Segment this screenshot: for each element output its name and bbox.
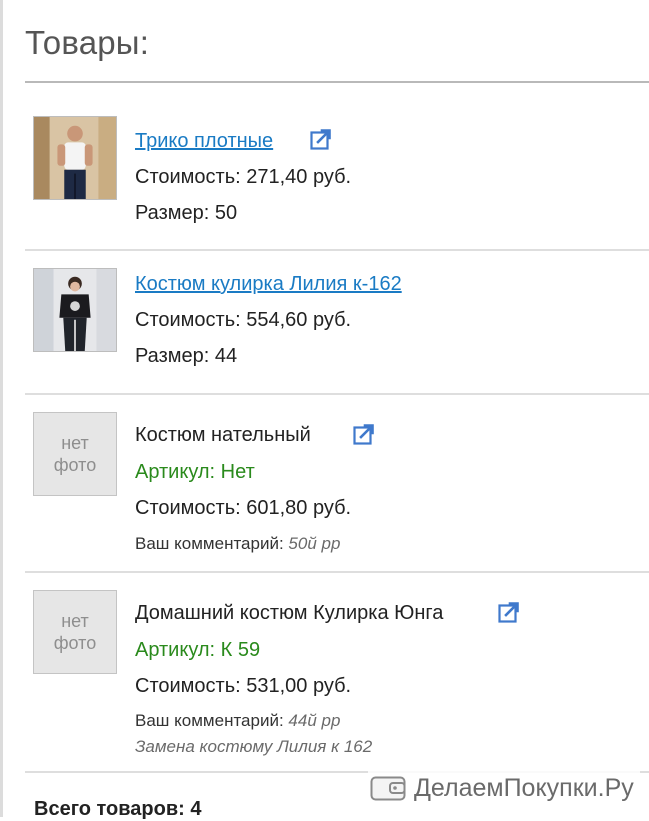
product-size: Размер: 44 <box>135 345 238 367</box>
wallet-icon <box>370 776 406 801</box>
comment-extra: Замена костюму Лилия к 162 <box>135 737 373 756</box>
comment-value: 44й рр <box>288 711 341 730</box>
product-name: Домашний костюм Кулирка Юнга <box>135 602 444 624</box>
title-divider <box>25 81 649 83</box>
product-name: Костюм нательный <box>135 424 311 446</box>
no-photo-text-line2: фото <box>53 633 97 653</box>
product-sku: Артикул: Нет <box>135 461 255 483</box>
item-divider <box>25 249 649 251</box>
external-link-icon[interactable] <box>309 127 333 151</box>
item-divider <box>25 571 649 573</box>
no-photo-text-line2: фото <box>53 455 97 475</box>
product-comment: Ваш комментарий: 50й рр <box>135 533 340 555</box>
no-photo-text-line1: нет <box>61 433 89 453</box>
product-price: Стоимость: 271,40 руб. <box>135 166 352 188</box>
product-photo[interactable] <box>33 268 117 352</box>
product-name-link[interactable]: Костюм кулирка Лилия к-162 <box>135 273 402 295</box>
product-name-link[interactable]: Трико плотные <box>135 130 273 152</box>
comment-label: Ваш комментарий: <box>135 534 284 553</box>
comment-value: 50й рр <box>288 534 341 553</box>
watermark: ДелаемПокупки.Ру <box>368 771 640 805</box>
no-photo-placeholder: нет фото <box>33 590 117 674</box>
watermark-text: ДелаемПокупки.Ру <box>414 773 634 802</box>
product-comment: Ваш комментарий: 44й рр <box>135 710 340 732</box>
left-border <box>0 0 3 817</box>
items-total: Всего товаров: 4 <box>34 798 202 820</box>
product-photo[interactable] <box>33 116 117 200</box>
external-link-icon[interactable] <box>352 422 376 446</box>
product-price: Стоимость: 601,80 руб. <box>135 497 352 519</box>
external-link-icon[interactable] <box>497 600 521 624</box>
no-photo-placeholder: нет фото <box>33 412 117 496</box>
item-divider <box>25 393 649 395</box>
product-sku: Артикул: К 59 <box>135 639 261 661</box>
comment-label: Ваш комментарий: <box>135 711 284 730</box>
product-size: Размер: 50 <box>135 202 238 224</box>
no-photo-text-line1: нет <box>61 611 89 631</box>
product-price: Стоимость: 554,60 руб. <box>135 309 352 331</box>
product-price: Стоимость: 531,00 руб. <box>135 675 352 697</box>
page-title: Товары: <box>25 24 150 61</box>
